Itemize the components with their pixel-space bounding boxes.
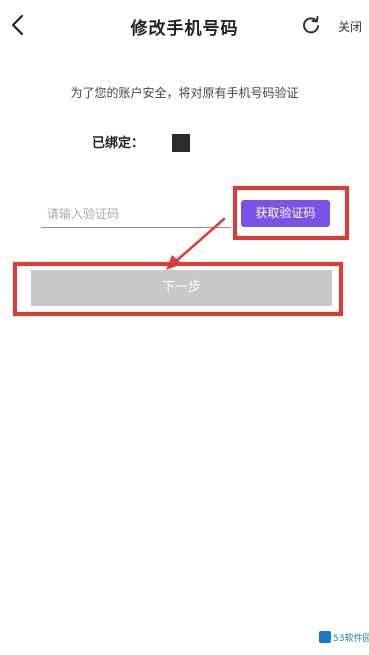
security-notice: 为了您的账户安全，将对原有手机号码验证 — [70, 86, 299, 100]
next-step-button[interactable]: 下一步 — [31, 270, 332, 306]
bound-phone-label: 已绑定： — [92, 136, 145, 151]
close-button[interactable]: 关闭 — [338, 18, 362, 35]
bound-phone-value-redacted — [172, 134, 190, 152]
refresh-button[interactable] — [301, 15, 321, 35]
watermark: 53软件园 — [319, 629, 369, 647]
header: 修改手机号码 关闭 — [0, 0, 369, 52]
get-verification-code-button[interactable]: 获取验证码 — [241, 200, 330, 227]
change-phone-page: 修改手机号码 关闭 为了您的账户安全，将对原有手机号码验证 已绑定： 获取验证码… — [0, 0, 369, 655]
refresh-icon — [303, 16, 319, 34]
watermark-logo-icon — [319, 631, 331, 643]
watermark-text: 53软件园 — [333, 634, 369, 644]
